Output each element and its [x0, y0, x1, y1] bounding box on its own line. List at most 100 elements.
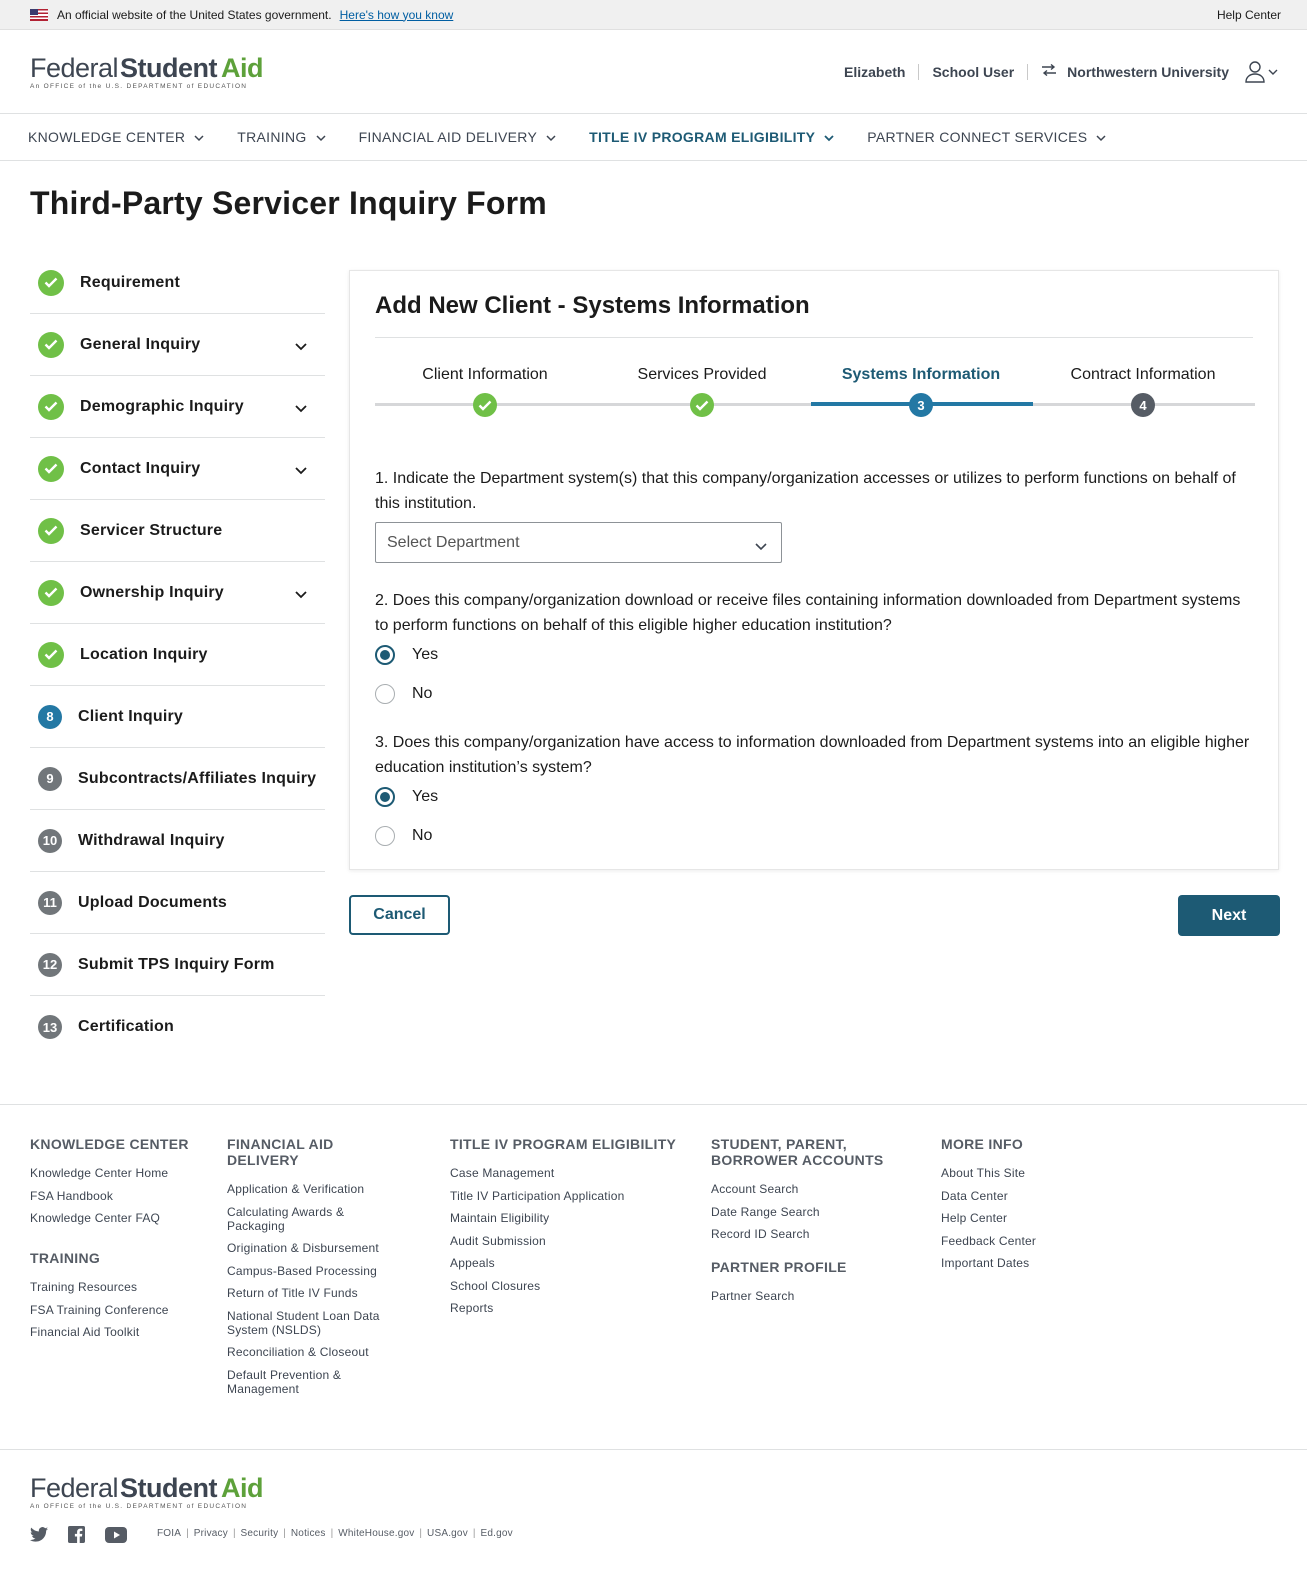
- q2-no-option[interactable]: No: [375, 684, 432, 704]
- footer-link[interactable]: Feedback Center: [941, 1234, 1121, 1248]
- cancel-button[interactable]: Cancel: [349, 895, 450, 935]
- sidebar-step[interactable]: Location Inquiry: [30, 624, 325, 686]
- nav-training[interactable]: TRAINING: [237, 129, 326, 145]
- sidebar-step[interactable]: General Inquiry: [30, 314, 325, 376]
- footer-link[interactable]: Return of Title IV Funds: [227, 1286, 402, 1300]
- footer-link[interactable]: Partner Search: [711, 1289, 896, 1303]
- nav-knowledge-center[interactable]: KNOWLEDGE CENTER: [28, 129, 204, 145]
- chevron-down-icon[interactable]: [295, 462, 307, 480]
- chevron-down-icon[interactable]: [295, 586, 307, 604]
- footer-link[interactable]: FSA Handbook: [30, 1189, 205, 1203]
- legal-link[interactable]: Ed.gov: [481, 1528, 513, 1539]
- sidebar-step[interactable]: 9 Subcontracts/Affiliates Inquiry: [30, 748, 325, 810]
- radio-button[interactable]: [375, 684, 395, 704]
- sidebar-step[interactable]: Demographic Inquiry: [30, 376, 325, 438]
- sidebar-step[interactable]: 12 Submit TPS Inquiry Form: [30, 934, 325, 996]
- sidebar-step[interactable]: Ownership Inquiry: [30, 562, 325, 624]
- form-steps-sidebar: Requirement General Inquiry Demographic In…: [30, 252, 325, 1058]
- sidebar-step[interactable]: Contact Inquiry: [30, 438, 325, 500]
- sidebar-step[interactable]: 10 Withdrawal Inquiry: [30, 810, 325, 872]
- footer-link[interactable]: Case Management: [450, 1166, 690, 1180]
- nav-financial-aid-delivery[interactable]: FINANCIAL AID DELIVERY: [359, 129, 557, 145]
- divider: |: [283, 1528, 286, 1539]
- footer-link[interactable]: Audit Submission: [450, 1234, 690, 1248]
- help-center-link[interactable]: Help Center: [1217, 8, 1281, 22]
- main-nav: KNOWLEDGE CENTER TRAINING FINANCIAL AID …: [0, 114, 1307, 161]
- footer-link[interactable]: Data Center: [941, 1189, 1121, 1203]
- radio-button[interactable]: [375, 826, 395, 846]
- sidebar-step-label: General Inquiry: [80, 335, 201, 353]
- q2-yes-option[interactable]: Yes: [375, 645, 438, 665]
- chevron-down-icon[interactable]: [295, 338, 307, 356]
- next-button[interactable]: Next: [1178, 895, 1280, 936]
- progress-step-label: Systems Information: [841, 366, 1001, 383]
- footer-link[interactable]: FSA Training Conference: [30, 1303, 205, 1317]
- sidebar-step[interactable]: Requirement: [30, 252, 325, 314]
- footer-link[interactable]: Knowledge Center Home: [30, 1166, 205, 1180]
- department-select[interactable]: Select Department: [375, 522, 782, 563]
- institution-name[interactable]: Northwestern University: [1067, 64, 1229, 80]
- radio-label: Yes: [412, 788, 439, 805]
- radio-button-checked[interactable]: [375, 645, 395, 665]
- switch-institution-icon[interactable]: [1041, 63, 1057, 80]
- legal-link[interactable]: Privacy: [194, 1528, 228, 1539]
- sidebar-step[interactable]: 8 Client Inquiry: [30, 686, 325, 748]
- q3-no-option[interactable]: No: [375, 826, 432, 846]
- footer-link[interactable]: Maintain Eligibility: [450, 1211, 690, 1225]
- fsa-logo[interactable]: FederalStudent Aid An OFFICE of the U.S. …: [30, 52, 264, 90]
- how-you-know-link[interactable]: Here's how you know: [340, 8, 454, 22]
- sidebar-step[interactable]: 11 Upload Documents: [30, 872, 325, 934]
- footer-link[interactable]: About This Site: [941, 1166, 1121, 1180]
- sidebar-step[interactable]: 13 Certification: [30, 996, 325, 1058]
- legal-link[interactable]: Notices: [291, 1528, 326, 1539]
- footer-link[interactable]: Financial Aid Toolkit: [30, 1325, 205, 1339]
- site-footer: KNOWLEDGE CENTER Knowledge Center Home FS…: [0, 1104, 1307, 1449]
- legal-link[interactable]: USA.gov: [427, 1528, 468, 1539]
- footer-link[interactable]: Default Prevention & Management: [227, 1368, 402, 1396]
- sidebar-step-label: Submit TPS Inquiry Form: [78, 955, 275, 973]
- user-menu-icon[interactable]: [1245, 60, 1279, 83]
- chevron-down-icon[interactable]: [295, 400, 307, 418]
- step-number-badge: 9: [38, 766, 62, 791]
- legal-link[interactable]: FOIA: [157, 1528, 181, 1539]
- logo-aid: Aid: [221, 52, 264, 83]
- footer-link[interactable]: Reports: [450, 1301, 690, 1315]
- sidebar-step-label: Contact Inquiry: [80, 459, 201, 477]
- progress-step-systems-information: Systems Information 3: [811, 366, 1031, 417]
- footer-link[interactable]: School Closures: [450, 1279, 690, 1293]
- facebook-icon[interactable]: [68, 1526, 85, 1543]
- radio-button-checked[interactable]: [375, 787, 395, 807]
- divider: |: [232, 1528, 236, 1539]
- footer-link[interactable]: National Student Loan Data System (NSLDS…: [227, 1309, 402, 1337]
- footer-link[interactable]: Title IV Participation Application: [450, 1189, 690, 1203]
- footer-link[interactable]: Calculating Awards & Packaging: [227, 1205, 402, 1233]
- select-placeholder: Select Department: [387, 533, 520, 551]
- social-links: [30, 1526, 147, 1543]
- sidebar-step[interactable]: Servicer Structure: [30, 500, 325, 562]
- legal-link[interactable]: Security: [241, 1528, 279, 1539]
- fsa-logo[interactable]: FederalStudent Aid An OFFICE of the U.S. …: [30, 1474, 264, 1510]
- logo-tagline: An OFFICE of the U.S. DEPARTMENT of EDUC…: [30, 1503, 248, 1510]
- footer-link[interactable]: Help Center: [941, 1211, 1121, 1225]
- nav-partner-connect-services[interactable]: PARTNER CONNECT SERVICES: [867, 129, 1106, 145]
- footer-link[interactable]: Appeals: [450, 1256, 690, 1270]
- q3-yes-option[interactable]: Yes: [375, 787, 438, 807]
- nav-label: PARTNER CONNECT SERVICES: [867, 129, 1088, 145]
- step-number-badge: 10: [38, 828, 62, 853]
- footer-link[interactable]: Record ID Search: [711, 1227, 896, 1241]
- youtube-icon[interactable]: [105, 1526, 127, 1543]
- footer-heading: TITLE IV PROGRAM ELIGIBILITY: [450, 1136, 677, 1152]
- footer-link[interactable]: Important Dates: [941, 1256, 1121, 1270]
- footer-link[interactable]: Account Search: [711, 1182, 896, 1196]
- us-flag-icon: [30, 8, 48, 21]
- legal-link[interactable]: WhiteHouse.gov: [338, 1528, 414, 1539]
- footer-link[interactable]: Origination & Disbursement: [227, 1241, 402, 1255]
- footer-link[interactable]: Campus-Based Processing: [227, 1264, 402, 1278]
- footer-link[interactable]: Application & Verification: [227, 1182, 402, 1196]
- footer-link[interactable]: Date Range Search: [711, 1205, 896, 1219]
- footer-link[interactable]: Knowledge Center FAQ: [30, 1211, 205, 1225]
- nav-title-iv-eligibility[interactable]: TITLE IV PROGRAM ELIGIBILITY: [589, 129, 834, 145]
- footer-link[interactable]: Training Resources: [30, 1280, 205, 1294]
- twitter-icon[interactable]: [30, 1527, 48, 1542]
- footer-link[interactable]: Reconciliation & Closeout: [227, 1345, 402, 1359]
